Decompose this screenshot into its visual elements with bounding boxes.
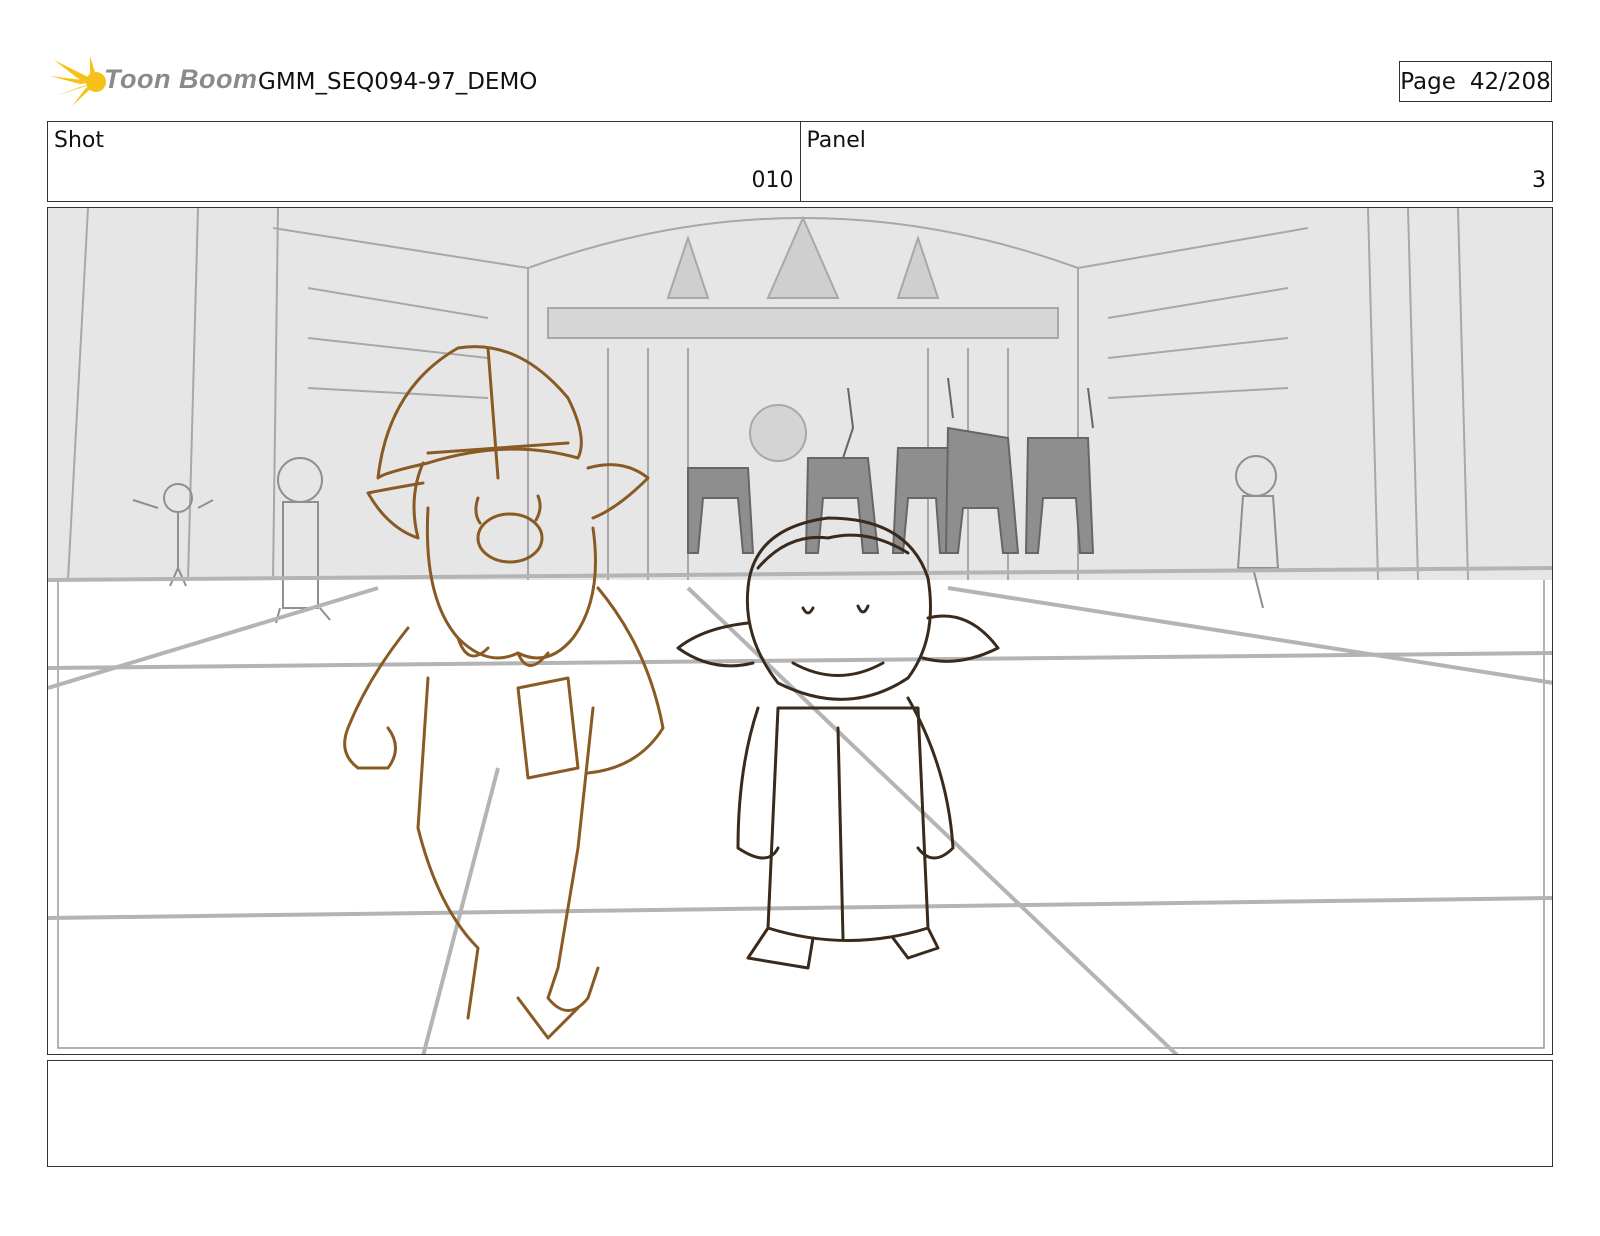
- brand-name: Toon Boom: [104, 64, 258, 94]
- page-number: 42/208: [1469, 68, 1551, 95]
- santa-leg-right: [546, 706, 600, 1012]
- panel-cell: Panel 3: [799, 122, 1553, 201]
- document-title: GMM_SEQ094-97_DEMO: [258, 69, 538, 95]
- page-label: Page: [1400, 68, 1456, 95]
- panel-label: Panel: [806, 128, 866, 153]
- storyboard-panel: [47, 207, 1553, 1055]
- shot-panel-table: Shot 010 Panel 3: [47, 121, 1553, 202]
- santa-mug: [516, 676, 580, 780]
- santa-arm-right: [586, 586, 665, 775]
- santa-arm-left: [343, 626, 410, 770]
- shot-label: Shot: [54, 128, 104, 153]
- shot-value: 010: [751, 168, 794, 193]
- elf-ear-right: [921, 614, 1000, 663]
- panel-value: 3: [1532, 168, 1546, 193]
- shot-cell: Shot 010: [48, 122, 800, 201]
- elf-smile: [791, 661, 885, 677]
- notes-box: [47, 1060, 1553, 1167]
- floor-grid: [48, 566, 1552, 1054]
- young-elf-character: [676, 516, 1000, 970]
- page-indicator: Page 42/208: [1399, 61, 1552, 102]
- storyboard-sketch: [48, 208, 1552, 1054]
